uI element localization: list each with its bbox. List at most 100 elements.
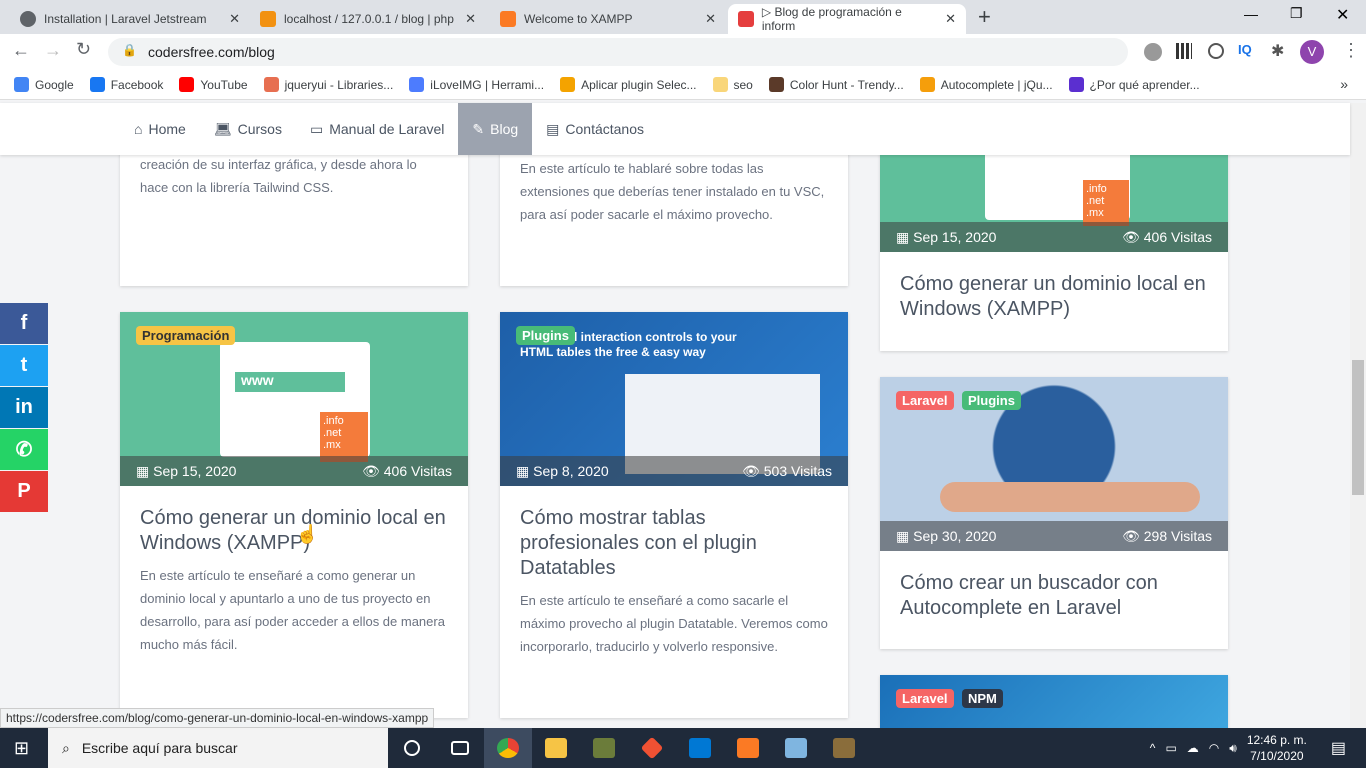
chrome-icon[interactable] [484, 728, 532, 768]
tab-title: localhost / 127.0.0.1 / blog | php [284, 12, 454, 26]
task-view-icon[interactable] [436, 728, 484, 768]
extensions-puzzle-icon[interactable]: ✱ [1271, 41, 1284, 61]
volume-icon[interactable]: 🔊︎ [1229, 741, 1237, 756]
bookmark-item[interactable]: Google [14, 77, 74, 92]
tag-badge[interactable]: Programación [136, 326, 236, 345]
cortana-icon[interactable] [388, 728, 436, 768]
forward-button[interactable]: → [44, 40, 62, 61]
post-title[interactable]: Cómo generar un dominio local en Windows… [140, 506, 448, 556]
close-window-button[interactable]: ✕ [1336, 5, 1349, 25]
bookmark-item[interactable]: jqueryui - Libraries... [263, 77, 393, 92]
post-card[interactable]: En este artículo te hablaré sobre todas … [500, 140, 848, 286]
menu-kebab-icon[interactable]: ⋮ [1342, 40, 1360, 61]
xampp-icon[interactable] [724, 728, 772, 768]
tag-badge[interactable]: Laravel [896, 689, 954, 708]
address-bar[interactable]: 🔒 codersfree.com/blog [108, 38, 1128, 66]
app-icon[interactable] [772, 728, 820, 768]
linkedin-share-button[interactable]: in [0, 387, 48, 428]
post-date: Sep 30, 2020 [913, 527, 997, 544]
file-explorer-icon[interactable] [532, 728, 580, 768]
post-card[interactable]: Advanced interaction controls to your HT… [500, 312, 848, 718]
qr-code-icon[interactable] [1176, 43, 1192, 59]
bookmark-item[interactable]: iLoveIMG | Herrami... [409, 77, 544, 92]
tab-xampp[interactable]: Welcome to XAMPP ✕ [490, 4, 726, 34]
bookmark-item[interactable]: ¿Por qué aprender... [1068, 77, 1200, 92]
post-card[interactable]: Laravel NPM [880, 675, 1228, 735]
post-title[interactable]: Cómo generar un dominio local en Windows… [900, 272, 1208, 322]
bookmark-item[interactable]: seo [712, 77, 753, 92]
onedrive-cloud-icon[interactable]: ☁ [1187, 741, 1199, 755]
tab-codersfree-blog[interactable]: ▷ Blog de programación e inform ✕ [728, 4, 966, 34]
tag-badge[interactable]: NPM [962, 689, 1003, 708]
app-icon[interactable] [580, 728, 628, 768]
post-card[interactable]: ▦ Sep 30, 2020 👁︎ 298 Visitas Laravel Plu… [880, 377, 1228, 649]
restore-button[interactable]: ❐ [1290, 5, 1303, 22]
minimize-button[interactable]: — [1244, 6, 1258, 22]
post-card[interactable]: creación de su interfaz gráfica, y desde… [120, 140, 468, 286]
bookmark-favicon-icon [712, 77, 728, 92]
post-excerpt: En este artículo te hablaré sobre todas … [520, 161, 825, 222]
system-tray: ^ ▭ ☁ ◠ 🔊︎ 12:46 p. m. 7/10/2020 ▤ [1150, 728, 1366, 768]
battery-icon[interactable]: ▭ [1165, 741, 1176, 755]
bookmark-label: Facebook [110, 77, 164, 92]
bookmark-item[interactable]: Color Hunt - Trendy... [768, 77, 904, 92]
bookmark-item[interactable]: YouTube [179, 77, 248, 92]
adblock-icon[interactable] [1144, 43, 1162, 61]
calendar-icon: ▦ [136, 462, 154, 479]
iq-extension-icon[interactable]: IQ [1238, 42, 1252, 57]
bookmark-item[interactable]: Facebook [89, 77, 164, 92]
clock-time: 12:46 p. m. [1246, 733, 1307, 747]
close-tab-icon[interactable]: ✕ [465, 11, 476, 27]
chevron-up-icon[interactable]: ^ [1150, 741, 1156, 755]
twitter-share-button[interactable]: t [0, 345, 48, 386]
globe-icon [20, 11, 36, 27]
post-title[interactable]: Cómo mostrar tablas profesionales con el… [520, 506, 828, 581]
close-tab-icon[interactable]: ✕ [229, 11, 240, 27]
blog-icon: ✎ [472, 120, 485, 137]
nav-contactanos[interactable]: ▤ Contáctanos [532, 103, 658, 155]
tag-badge[interactable]: Laravel [896, 391, 954, 410]
close-tab-icon[interactable]: ✕ [705, 11, 716, 27]
extension-icon[interactable] [1208, 43, 1224, 59]
windows-start-icon[interactable]: ⊞ [14, 738, 29, 759]
wifi-icon[interactable]: ◠ [1209, 741, 1219, 755]
bookmark-item[interactable]: Aplicar plugin Selec... [560, 77, 697, 92]
post-card[interactable]: www .info .net .mx ▦ Sep 15, 2020 👁︎ 406 Vi… [120, 312, 468, 718]
bookmarks-overflow-icon[interactable]: » [1340, 76, 1348, 92]
git-icon[interactable] [628, 728, 676, 768]
notifications-icon[interactable]: ▤ [1331, 738, 1346, 758]
facebook-share-button[interactable]: f [0, 303, 48, 344]
tag-badge[interactable]: Plugins [962, 391, 1021, 410]
new-tab-button[interactable]: + [978, 4, 991, 30]
whatsapp-share-button[interactable]: ✆ [0, 429, 48, 470]
post-meta: ▦ Sep 15, 2020 👁︎ 406 Visitas [880, 222, 1228, 252]
post-card[interactable]: .info .net .mx ▦ Sep 15, 2020 👁︎ 406 Visita… [880, 140, 1228, 351]
close-tab-icon[interactable]: ✕ [945, 11, 956, 27]
post-meta: ▦ Sep 15, 2020 👁︎ 406 Visitas [120, 456, 468, 486]
post-excerpt: En este artículo te enseñaré a como saca… [520, 593, 828, 654]
nav-blog[interactable]: ✎ Blog [458, 103, 533, 155]
bookmark-item[interactable]: Autocomplete | jQu... [919, 77, 1053, 92]
bookmark-favicon-icon [919, 77, 935, 92]
tag-badge[interactable]: Plugins [516, 326, 575, 345]
clock[interactable]: 12:46 p. m. 7/10/2020 [1247, 732, 1307, 764]
contact-card-icon: ▤ [546, 120, 560, 137]
pinterest-share-button[interactable]: P [0, 471, 48, 512]
nav-home[interactable]: ⌂ Home [120, 103, 200, 155]
back-button[interactable]: ← [12, 40, 30, 61]
taskbar-search[interactable]: ⌕ Escribe aquí para buscar [48, 728, 388, 768]
profile-avatar[interactable]: V [1300, 40, 1324, 64]
tab-laravel-jetstream[interactable]: Installation | Laravel Jetstream ✕ [10, 4, 250, 34]
tab-title: Installation | Laravel Jetstream [44, 12, 207, 26]
tab-phpmyadmin[interactable]: localhost / 127.0.0.1 / blog | php ✕ [250, 4, 486, 34]
reload-button[interactable]: ↻ [76, 39, 91, 60]
image-text: www [235, 372, 345, 392]
nav-label: Contáctanos [565, 121, 644, 137]
scrollbar-thumb[interactable] [1352, 360, 1364, 495]
bookmark-label: ¿Por qué aprender... [1089, 77, 1200, 92]
post-title[interactable]: Cómo crear un buscador con Autocomplete … [900, 571, 1208, 621]
nav-manual-laravel[interactable]: ▭ Manual de Laravel [296, 103, 458, 155]
app-icon[interactable] [820, 728, 868, 768]
vscode-icon[interactable] [676, 728, 724, 768]
nav-cursos[interactable]: 💻︎ Cursos [200, 103, 296, 155]
